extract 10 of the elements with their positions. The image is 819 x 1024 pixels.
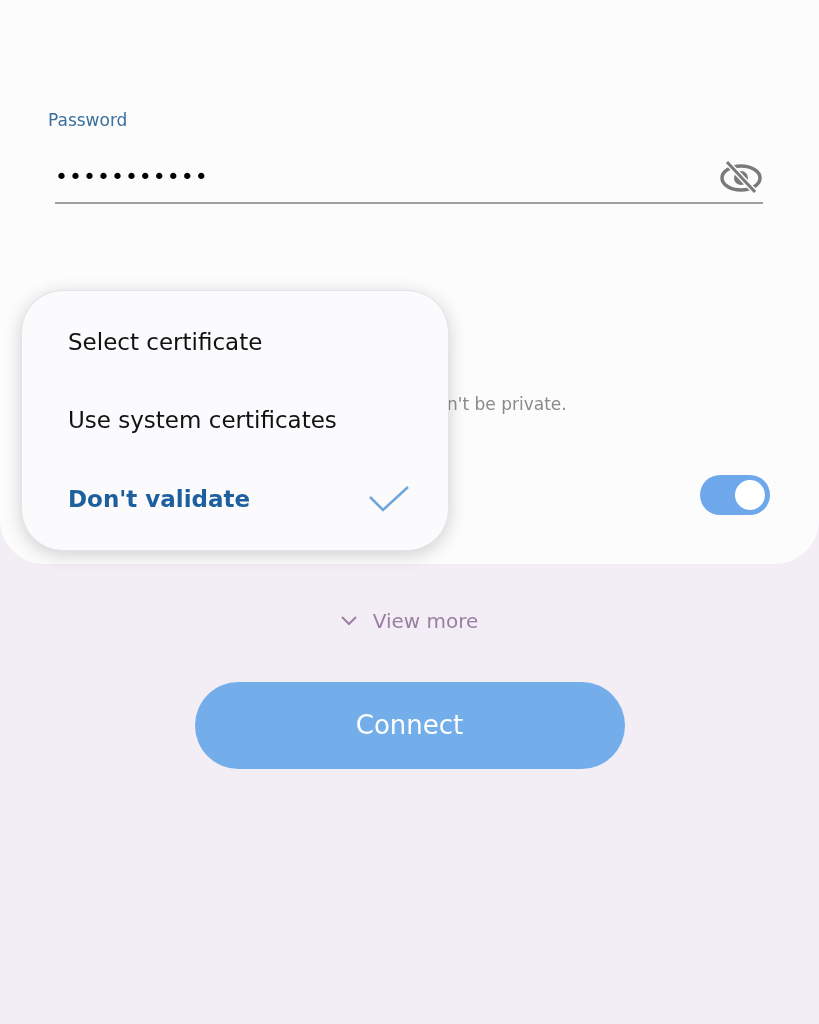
field-label: Password: [48, 109, 129, 132]
description-text: n't be private.: [447, 392, 567, 416]
menu-item[interactable]: Use system certificates: [22, 381, 448, 460]
chevron-icon: [340, 616, 357, 626]
password-field[interactable]: •••••••••••: [55, 160, 355, 193]
checkmark-icon: [368, 484, 410, 513]
menu-item[interactable]: Select certificate: [22, 303, 448, 382]
toggle-switch[interactable]: [700, 475, 770, 515]
menu-item[interactable]: Don't validate: [22, 459, 448, 538]
hide-password-icon[interactable]: [719, 158, 763, 195]
